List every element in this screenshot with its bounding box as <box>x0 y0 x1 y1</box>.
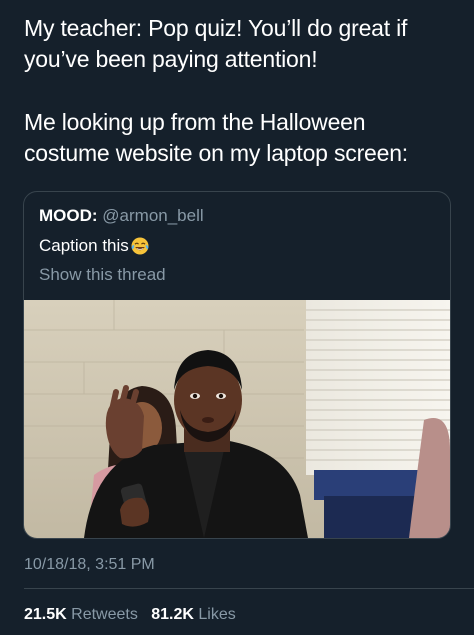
quoted-tweet-card[interactable]: MOOD: @armon_bell Caption this Show this… <box>23 191 451 539</box>
quoted-author-handle[interactable]: @armon_bell <box>102 206 203 225</box>
tweet-text-line-2: Me looking up from the Halloween costume… <box>24 109 408 166</box>
quoted-tweet-text: Caption this <box>39 235 150 257</box>
quoted-tweet-header: MOOD: @armon_bell <box>39 205 204 227</box>
face-with-tears-of-joy-icon <box>131 237 149 255</box>
classroom-photo-image <box>24 300 450 538</box>
quoted-tweet-caption: Caption this <box>39 236 129 255</box>
engagement-stats: 21.5K Retweets 81.2K Likes <box>24 605 236 625</box>
show-thread-link[interactable]: Show this thread <box>39 264 166 286</box>
likes-stat[interactable]: 81.2K Likes <box>151 606 236 623</box>
likes-count: 81.2K <box>151 606 194 623</box>
retweets-stat[interactable]: 21.5K Retweets <box>24 606 138 623</box>
tweet-timestamp[interactable]: 10/18/18, 3:51 PM <box>24 555 155 575</box>
quoted-author-name[interactable]: MOOD: <box>39 206 98 225</box>
retweets-label: Retweets <box>71 606 138 623</box>
retweets-count: 21.5K <box>24 606 67 623</box>
likes-label: Likes <box>198 606 236 623</box>
quoted-tweet-photo[interactable] <box>24 300 450 538</box>
tweet-text-line-1: My teacher: Pop quiz! You’ll do great if… <box>24 15 408 72</box>
stats-divider <box>24 588 474 589</box>
